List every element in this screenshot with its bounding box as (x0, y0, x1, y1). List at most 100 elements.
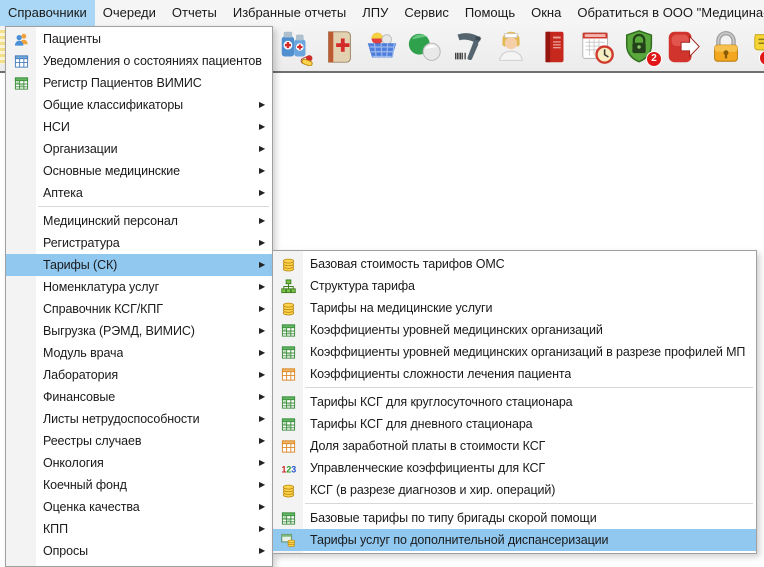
submenu-arrow-icon: ▶ (259, 283, 272, 291)
menubar-item-5[interactable]: Сервис (396, 0, 457, 26)
menu-item-label: Онкология (36, 456, 104, 470)
submenu-item-9[interactable]: 123Управленческие коэффициенты для КСГ (273, 457, 756, 479)
menubar-item-8[interactable]: Обратиться в ООО "Медицина-ИТ" (569, 0, 764, 26)
submenu-arrow-icon: ▶ (259, 437, 272, 445)
menu-item-label: Справочник КСГ/КПГ (36, 302, 163, 316)
menu-item-18[interactable]: Реестры случаев▶ (6, 430, 272, 452)
submenu-arrow-icon: ▶ (259, 459, 272, 467)
lock-icon[interactable] (707, 28, 745, 66)
submenu-arrow-icon: ▶ (259, 217, 272, 225)
submenu-tarify-sk: Базовая стоимость тарифов ОМС Структура т… (272, 250, 757, 554)
menu-item-label: Основные медицинские (36, 164, 180, 178)
menu-item-22[interactable]: КПП▶ (6, 518, 272, 540)
menu-item-17[interactable]: Листы нетрудоспособности▶ (6, 408, 272, 430)
menu-icon-gutter (6, 116, 36, 138)
menubar-item-7[interactable]: Окна (523, 0, 569, 26)
menu-item-8[interactable]: Медицинский персонал▶ (6, 210, 272, 232)
menu-item-4[interactable]: НСИ▶ (6, 116, 272, 138)
menu-item-20[interactable]: Коечный фонд▶ (6, 474, 272, 496)
submenu-item-2[interactable]: Тарифы на медицинские услуги (273, 297, 756, 319)
table-orange-icon (273, 363, 303, 385)
menu-item-2[interactable]: Регистр Пациентов ВИМИС (6, 72, 272, 94)
submenu-item-4[interactable]: Коэффициенты уровней медицинских организ… (273, 341, 756, 363)
menu-item-1[interactable]: Уведомления о состояниях пациентов (6, 50, 272, 72)
red-book-icon[interactable] (535, 28, 573, 66)
barcode-scanner-icon[interactable] (449, 28, 487, 66)
submenu-item-3[interactable]: Коэффициенты уровней медицинских организ… (273, 319, 756, 341)
menu-icon-gutter (6, 276, 36, 298)
submenu-item-7[interactable]: Тарифы КСГ для дневного стационара (273, 413, 756, 435)
menu-item-0[interactable]: Пациенты (6, 28, 272, 50)
menu-item-19[interactable]: Онкология ▶ (6, 452, 272, 474)
submenu-item-11[interactable]: Базовые тарифы по типу бригады скорой по… (273, 507, 756, 529)
menubar-item-6[interactable]: Помощь (457, 0, 523, 26)
nurse-icon[interactable] (492, 28, 530, 66)
menu-item-label: Регистр Пациентов ВИМИС (36, 76, 202, 90)
menu-item-9[interactable]: Регистратура ▶ (6, 232, 272, 254)
menu-icon-gutter (6, 518, 36, 540)
menu-icon-gutter (6, 138, 36, 160)
menubar-item-4[interactable]: ЛПУ (354, 0, 396, 26)
submenu-arrow-icon: ▶ (259, 305, 272, 313)
menu-item-21[interactable]: Оценка качества▶ (6, 496, 272, 518)
submenu-item-label: Тарифы на медицинские услуги (303, 301, 492, 315)
menu-item-label: Регистратура (36, 236, 120, 250)
submenu-arrow-icon: ▶ (259, 239, 272, 247)
pharmacy-basket-icon[interactable] (363, 28, 401, 66)
menu-item-10[interactable]: Тарифы (СК)▶ (6, 254, 272, 276)
submenu-item-label: Структура тарифа (303, 279, 415, 293)
menubar-item-0[interactable]: Справочники (0, 0, 95, 26)
menu-item-7[interactable]: Аптека▶ (6, 182, 272, 204)
menu-item-14[interactable]: Модуль врача▶ (6, 342, 272, 364)
submenu-item-label: Базовые тарифы по типу бригады скорой по… (303, 511, 597, 525)
menu-item-13[interactable]: Выгрузка (РЭМД, ВИМИС)▶ (6, 320, 272, 342)
medicine-bottles-icon[interactable] (277, 28, 315, 66)
schedule-icon[interactable] (578, 28, 616, 66)
submenu-item-5[interactable]: Коэффициенты сложности лечения пациента (273, 363, 756, 385)
submenu-item-label: КСГ (в разрезе диагнозов и хир. операций… (303, 483, 555, 497)
exit-icon[interactable] (664, 28, 702, 66)
menu-item-3[interactable]: Общие классификаторы▶ (6, 94, 272, 116)
submenu-arrow-icon: ▶ (259, 145, 272, 153)
menu-item-16[interactable]: Финансовые▶ (6, 386, 272, 408)
menu-item-11[interactable]: Номенклатура услуг▶ (6, 276, 272, 298)
menu-icon-gutter (6, 540, 36, 562)
menu-item-12[interactable]: Справочник КСГ/КПГ ▶ (6, 298, 272, 320)
tree-icon (273, 275, 303, 297)
submenu-item-label: Базовая стоимость тарифов ОМС (303, 257, 505, 271)
menu-bar: СправочникиОчередиОтчетыИзбранные отчеты… (0, 0, 764, 26)
menu-item-6[interactable]: Основные медицинские▶ (6, 160, 272, 182)
menu-item-5[interactable]: Организации▶ (6, 138, 272, 160)
menubar-item-2[interactable]: Отчеты (164, 0, 225, 26)
menu-icon-gutter (6, 94, 36, 116)
submenu-item-label: Коэффициенты уровней медицинских организ… (303, 345, 745, 359)
pills-icon[interactable] (406, 28, 444, 66)
menu-icon-gutter (6, 232, 36, 254)
menubar-item-3[interactable]: Избранные отчеты (225, 0, 354, 26)
menu-item-label: Модуль врача (36, 346, 123, 360)
menu-item-label: Общие классификаторы (36, 98, 183, 112)
messages-icon[interactable]: 1 (750, 28, 764, 66)
submenu-item-label: Тарифы КСГ для дневного стационара (303, 417, 533, 431)
coins-icon (273, 297, 303, 319)
submenu-arrow-icon: ▶ (259, 415, 272, 423)
submenu-arrow-icon: ▶ (259, 481, 272, 489)
submenu-item-8[interactable]: Доля заработной платы в стоимости КСГ (273, 435, 756, 457)
security-shield-icon[interactable]: 2 (621, 28, 659, 66)
medical-book-icon[interactable] (320, 28, 358, 66)
menu-item-label: Финансовые (36, 390, 115, 404)
menu-item-label: Опросы (36, 544, 88, 558)
submenu-item-6[interactable]: Тарифы КСГ для круглосуточного стационар… (273, 391, 756, 413)
menu-icon-gutter (6, 474, 36, 496)
submenu-arrow-icon: ▶ (259, 503, 272, 511)
menu-item-23[interactable]: Опросы▶ (6, 540, 272, 562)
menubar-item-1[interactable]: Очереди (95, 0, 164, 26)
submenu-item-1[interactable]: Структура тарифа (273, 275, 756, 297)
submenu-item-10[interactable]: КСГ (в разрезе диагнозов и хир. операций… (273, 479, 756, 501)
menu-item-label: Тарифы (СК) (36, 258, 117, 272)
form-coins-icon (273, 529, 303, 551)
menu-item-15[interactable]: Лаборатория▶ (6, 364, 272, 386)
submenu-arrow-icon: ▶ (259, 525, 272, 533)
submenu-item-12[interactable]: Тарифы услуг по дополнительной диспансер… (273, 529, 756, 551)
submenu-item-0[interactable]: Базовая стоимость тарифов ОМС (273, 253, 756, 275)
